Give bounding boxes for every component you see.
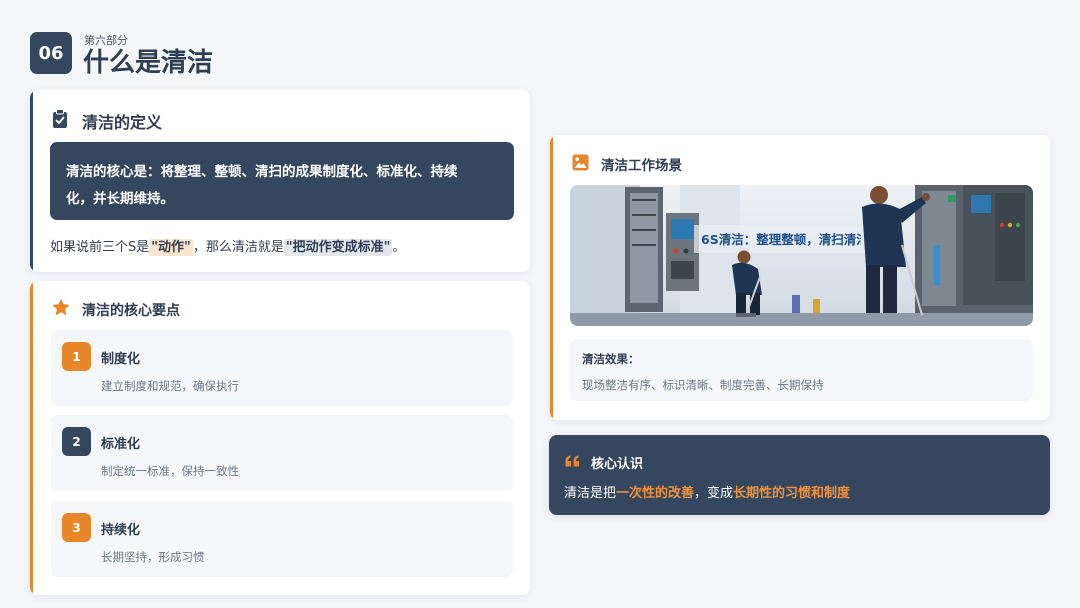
core-insight-text: 清洁是把一次性的改善，变成长期性的习惯和制度 bbox=[564, 482, 850, 501]
insight-highlight-habit: 长期性的习惯和制度 bbox=[733, 486, 851, 501]
key-points-card: 清洁的核心要点 1 制度化 建立制度和规范，确保执行 2 标准化 制定统一标准，… bbox=[30, 281, 530, 595]
cleaning-effect-box: 清洁效果： 现场整洁有序、标识清晰、制度完善、长期保持 bbox=[570, 339, 1033, 401]
image-icon bbox=[572, 154, 589, 171]
key-point-title: 制度化 bbox=[101, 352, 141, 367]
key-point-desc: 制定统一标准，保持一致性 bbox=[101, 464, 239, 478]
key-point-item: 1 制度化 建立制度和规范，确保执行 bbox=[51, 330, 513, 406]
cleaning-scene-illustration bbox=[570, 185, 1033, 326]
key-point-desc: 长期坚持，形成习惯 bbox=[101, 550, 205, 564]
effect-title: 清洁效果： bbox=[582, 352, 640, 366]
definition-core-line-2: 化，并长期维持。 bbox=[66, 191, 174, 207]
quote-icon bbox=[565, 455, 579, 467]
star-icon bbox=[52, 298, 70, 316]
definition-title: 清洁的定义 bbox=[82, 113, 163, 132]
key-point-number: 1 bbox=[62, 342, 91, 371]
note-highlight-action: "动作" bbox=[149, 239, 193, 256]
insight-prefix: 清洁是把 bbox=[564, 486, 617, 501]
insight-middle: ，变成 bbox=[694, 486, 734, 501]
key-point-item: 3 持续化 长期坚持，形成习惯 bbox=[51, 501, 513, 577]
work-scene-card: 清洁工作场景 6S清洁：整理整顿，清扫清洁 清洁效果： 现场整洁有序、标识清晰、… bbox=[550, 135, 1050, 420]
key-point-title: 持续化 bbox=[101, 523, 141, 538]
page-title: 什么是清洁 bbox=[83, 48, 214, 78]
note-suffix: 。 bbox=[392, 240, 406, 255]
key-point-number: 2 bbox=[62, 427, 91, 456]
definition-core-line-1: 清洁的核心是：将整理、整顿、清扫的成果制度化、标准化、持续 bbox=[66, 164, 458, 180]
definition-core-box: 清洁的核心是：将整理、整顿、清扫的成果制度化、标准化、持续 化，并长期维持。 bbox=[50, 142, 514, 220]
effect-desc: 现场整洁有序、标识清晰、制度完善、长期保持 bbox=[582, 378, 824, 392]
key-point-item: 2 标准化 制定统一标准，保持一致性 bbox=[51, 415, 513, 491]
note-prefix: 如果说前三个S是 bbox=[50, 240, 150, 255]
note-highlight-standard: "把动作变成标准" bbox=[283, 239, 393, 256]
definition-note: 如果说前三个S是 "动作" ，那么清洁就是 "把动作变成标准"。 bbox=[50, 236, 406, 256]
key-points-title: 清洁的核心要点 bbox=[82, 303, 180, 319]
core-insight-card: 核心认识 清洁是把一次性的改善，变成长期性的习惯和制度 bbox=[549, 435, 1050, 515]
core-insight-title: 核心认识 bbox=[591, 457, 644, 472]
key-point-title: 标准化 bbox=[101, 437, 141, 452]
insight-highlight-once: 一次性的改善 bbox=[616, 486, 695, 501]
definition-card: 清洁的定义 清洁的核心是：将整理、整顿、清扫的成果制度化、标准化、持续 化，并长… bbox=[30, 90, 530, 272]
key-point-number: 3 bbox=[62, 513, 91, 542]
key-point-desc: 建立制度和规范，确保执行 bbox=[101, 379, 239, 393]
section-number-badge: 06 bbox=[30, 32, 72, 74]
note-middle: ，那么清洁就是 bbox=[192, 240, 284, 255]
clipboard-check-icon bbox=[53, 109, 67, 128]
cleaning-scene-photo: 6S清洁：整理整顿，清扫清洁 bbox=[570, 185, 1033, 326]
work-scene-title: 清洁工作场景 bbox=[601, 158, 682, 174]
scene-banner-text: 6S清洁：整理整顿，清扫清洁 bbox=[701, 232, 861, 247]
